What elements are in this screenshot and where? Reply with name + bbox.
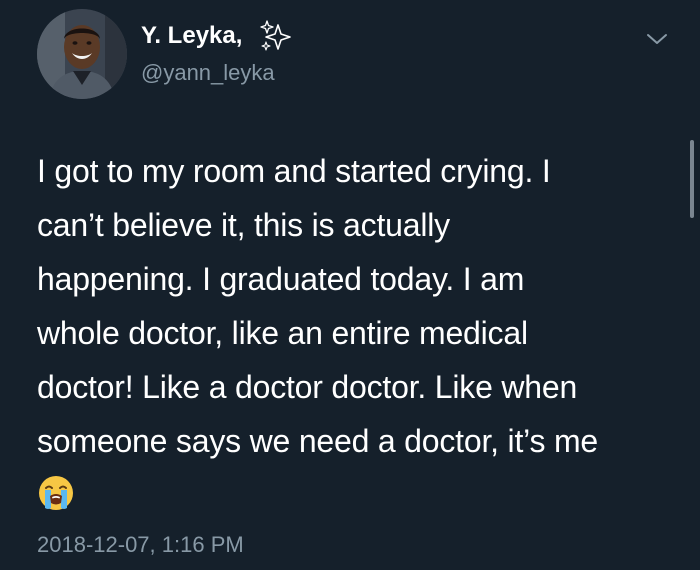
tweet-text: I got to my room and started crying. I c… — [37, 144, 667, 468]
tweet-card: Y. Leyka, @yann_leyka I got to my room a… — [0, 0, 700, 570]
avatar-photo — [37, 9, 127, 99]
author-display-name[interactable]: Y. Leyka, — [141, 22, 242, 50]
tweet-timestamp[interactable]: 2018-12-07, 1:16 PM — [37, 532, 244, 558]
avatar[interactable] — [37, 9, 127, 99]
tweet-text-line: happening. I graduated today. I am — [37, 261, 525, 297]
chevron-down-icon[interactable] — [645, 30, 669, 48]
tweet-text-line: doctor! Like a doctor doctor. Like when — [37, 369, 578, 405]
scrollbar[interactable] — [690, 140, 694, 218]
tweet-text-line: whole doctor, like an entire medical — [37, 315, 528, 351]
tweet-text-line: someone says we need a doctor, it’s me — [37, 423, 599, 459]
tweet-text-line: can’t believe it, this is actually — [37, 207, 450, 243]
tweet-text-line: I got to my room and started crying. I — [37, 153, 551, 189]
loudly-crying-face-icon — [39, 476, 73, 510]
author-handle[interactable]: @yann_leyka — [141, 60, 275, 86]
sparkles-icon — [260, 20, 291, 51]
